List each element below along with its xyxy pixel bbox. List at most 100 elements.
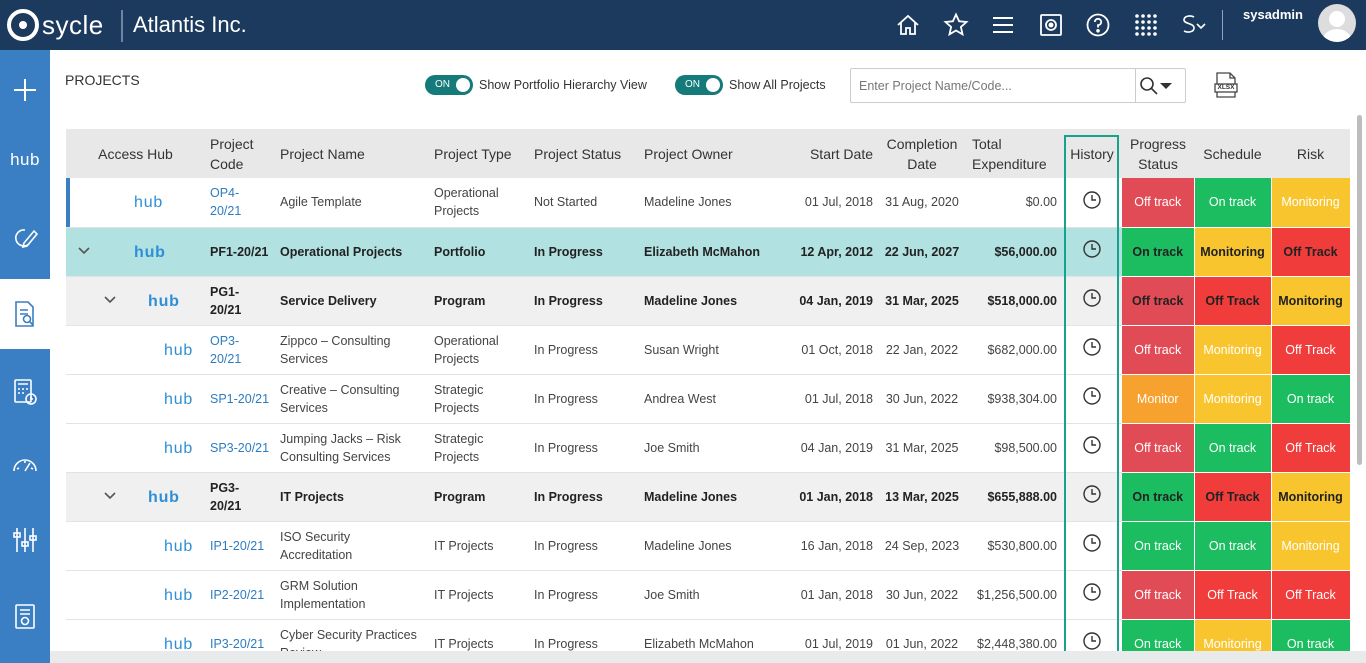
history-clock-icon[interactable] bbox=[1082, 239, 1102, 259]
col-project-name[interactable]: Project Name bbox=[275, 129, 429, 178]
history-clock-icon[interactable] bbox=[1082, 288, 1102, 308]
col-access-hub[interactable]: Access Hub bbox=[66, 129, 205, 178]
chevron-down-icon[interactable] bbox=[104, 489, 116, 501]
col-completion-date[interactable]: Completion Date bbox=[877, 129, 967, 178]
start-date: 01 Oct, 2018 bbox=[771, 325, 877, 375]
portfolio-hierarchy-toggle[interactable]: ON Show Portfolio Hierarchy View bbox=[425, 75, 647, 95]
history-clock-icon[interactable] bbox=[1082, 386, 1102, 406]
hub-link[interactable]: hub bbox=[164, 636, 193, 652]
col-project-type[interactable]: Project Type bbox=[429, 129, 529, 178]
project-code[interactable]: PF1-20/21 bbox=[205, 227, 275, 277]
table-row[interactable]: hub IP2-20/21 GRM Solution Implementation I… bbox=[66, 570, 1350, 620]
home-icon[interactable] bbox=[892, 9, 924, 41]
col-history[interactable]: History bbox=[1062, 129, 1122, 178]
table-row[interactable]: hub OP3-20/21 Zippco – Consulting Services… bbox=[66, 325, 1350, 375]
vertical-scrollbar[interactable] bbox=[1357, 115, 1362, 465]
col-schedule[interactable]: Schedule bbox=[1194, 129, 1271, 178]
project-name: ISO Security Accreditation bbox=[275, 521, 429, 571]
table-header-row: Access Hub Project Code Project Name Pro… bbox=[66, 129, 1350, 178]
add-icon[interactable] bbox=[0, 55, 50, 125]
schedule-status-badge: Monitoring bbox=[1194, 227, 1272, 277]
sycle-logo[interactable]: sycle bbox=[7, 8, 104, 42]
hub-link[interactable]: hub bbox=[164, 538, 193, 556]
project-code[interactable]: OP4-20/21 bbox=[205, 178, 275, 228]
hub-link[interactable]: hub bbox=[164, 440, 193, 458]
sycle-switch-icon[interactable] bbox=[1177, 9, 1209, 41]
col-risk[interactable]: Risk bbox=[1271, 129, 1350, 178]
chevron-down-icon[interactable] bbox=[78, 244, 90, 256]
all-projects-toggle-switch[interactable]: ON bbox=[675, 75, 723, 95]
nav-gauge-icon[interactable] bbox=[0, 431, 50, 501]
project-code[interactable]: PG3-20/21 bbox=[205, 472, 275, 522]
project-code[interactable]: IP2-20/21 bbox=[205, 570, 275, 620]
hub-link[interactable]: hub bbox=[134, 244, 166, 262]
settings-icon[interactable] bbox=[1035, 9, 1067, 41]
start-date: 01 Jan, 2018 bbox=[771, 472, 877, 522]
project-code[interactable]: SP3-20/21 bbox=[205, 423, 275, 473]
horizontal-scrollbar-track[interactable] bbox=[50, 651, 1366, 663]
history-cell bbox=[1062, 423, 1122, 473]
help-icon[interactable] bbox=[1082, 9, 1114, 41]
nav-sliders-icon[interactable] bbox=[0, 505, 50, 575]
apps-grid-icon[interactable] bbox=[1130, 9, 1162, 41]
col-progress-status[interactable]: Progress Status bbox=[1122, 129, 1194, 178]
project-code[interactable]: OP3-20/21 bbox=[205, 325, 275, 375]
col-project-status[interactable]: Project Status bbox=[529, 129, 639, 178]
menu-icon[interactable] bbox=[987, 9, 1019, 41]
table-row[interactable]: hub PG3-20/21 IT Projects Program In Progres… bbox=[66, 472, 1350, 522]
export-xlsx-button[interactable]: XLSX bbox=[1214, 72, 1238, 98]
search-button[interactable] bbox=[1139, 75, 1185, 97]
completion-date: 22 Jan, 2022 bbox=[877, 325, 967, 375]
table-row[interactable]: hub IP3-20/21Cyber Security Practices Rev… bbox=[66, 619, 1350, 651]
project-code[interactable]: IP1-20/21 bbox=[205, 521, 275, 571]
chevron-down-icon[interactable] bbox=[104, 293, 116, 305]
project-code[interactable]: IP3-20/21 bbox=[205, 619, 275, 651]
nav-report-icon[interactable] bbox=[0, 581, 50, 651]
schedule-status-badge: On track bbox=[1194, 423, 1272, 473]
project-name: GRM Solution Implementation bbox=[275, 570, 429, 620]
hub-link[interactable]: hub bbox=[164, 342, 193, 360]
history-clock-icon[interactable] bbox=[1082, 533, 1102, 553]
col-total-expenditure[interactable]: Total Expenditure bbox=[967, 129, 1062, 178]
col-project-owner[interactable]: Project Owner bbox=[639, 129, 771, 178]
hub-link[interactable]: hub bbox=[148, 293, 180, 311]
col-start-date[interactable]: Start Date bbox=[771, 129, 877, 178]
access-hub-cell: hub bbox=[66, 374, 205, 424]
project-status: In Progress bbox=[529, 570, 639, 620]
table-row[interactable]: hub SP3-20/21 Jumping Jacks – Risk Consult… bbox=[66, 423, 1350, 473]
nav-hub[interactable]: hub bbox=[0, 125, 50, 195]
table-row[interactable]: hub OP4-20/21 Agile Template Operational Pr… bbox=[66, 178, 1350, 228]
history-clock-icon[interactable] bbox=[1082, 435, 1102, 455]
table-row[interactable]: hub SP1-20/21 Creative – Consulting Servic… bbox=[66, 374, 1350, 424]
toggle-state: ON bbox=[685, 79, 700, 90]
project-type: IT Projects bbox=[429, 570, 529, 620]
nav-edit-icon[interactable] bbox=[0, 203, 50, 273]
project-code[interactable]: SP1-20/21 bbox=[205, 374, 275, 424]
nav-projects-icon[interactable] bbox=[0, 279, 50, 349]
hub-link[interactable]: hub bbox=[164, 391, 193, 409]
history-cell bbox=[1062, 178, 1122, 228]
star-icon[interactable] bbox=[940, 9, 972, 41]
portfolio-toggle-switch[interactable]: ON bbox=[425, 75, 473, 95]
username[interactable]: sysadmin bbox=[1243, 7, 1303, 22]
nav-calculator-icon[interactable] bbox=[0, 357, 50, 427]
start-date: 01 Jul, 2018 bbox=[771, 374, 877, 424]
history-clock-icon[interactable] bbox=[1082, 190, 1102, 210]
search-input[interactable] bbox=[851, 69, 1135, 102]
history-clock-icon[interactable] bbox=[1082, 582, 1102, 602]
history-clock-icon[interactable] bbox=[1082, 337, 1102, 357]
col-project-code[interactable]: Project Code bbox=[205, 129, 275, 178]
table-row[interactable]: hub IP1-20/21 ISO Security Accreditation IT… bbox=[66, 521, 1350, 571]
hub-link[interactable]: hub bbox=[148, 489, 180, 507]
avatar[interactable] bbox=[1318, 4, 1356, 42]
schedule-status-badge: On track bbox=[1194, 521, 1272, 571]
history-clock-icon[interactable] bbox=[1082, 484, 1102, 504]
table-row[interactable]: hub PG1-20/21 Service Delivery Program In Pr… bbox=[66, 276, 1350, 326]
history-clock-icon[interactable] bbox=[1082, 631, 1102, 651]
hub-link[interactable]: hub bbox=[134, 194, 163, 212]
hub-link[interactable]: hub bbox=[164, 587, 193, 605]
project-code[interactable]: PG1-20/21 bbox=[205, 276, 275, 326]
all-projects-toggle[interactable]: ON Show All Projects bbox=[675, 75, 826, 95]
project-name: Operational Projects bbox=[275, 227, 429, 277]
table-row[interactable]: hub PF1-20/21 Operational Projects Portfoli… bbox=[66, 227, 1350, 277]
